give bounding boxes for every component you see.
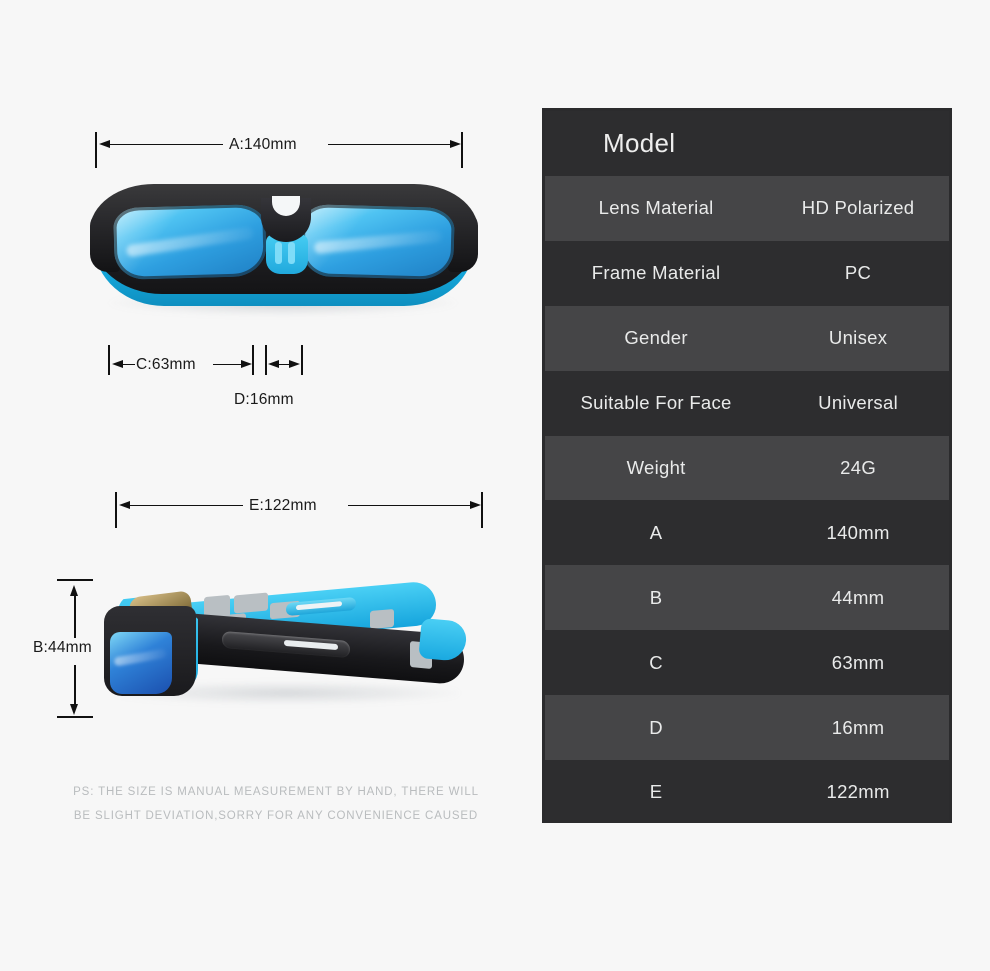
dimension-e-tick-left: [115, 492, 117, 528]
spec-value: HD Polarized: [801, 197, 915, 219]
spec-label: C: [649, 651, 663, 673]
table-row: A 140mm: [545, 500, 949, 566]
dimension-d-label: D:16mm: [234, 391, 294, 408]
dimension-c-tick-left: [108, 345, 110, 375]
table-row: Suitable For Face Universal: [545, 370, 949, 436]
table-row: Gender Unisex: [545, 305, 949, 371]
dimension-d-tick-right: [301, 345, 303, 375]
side-view-lens: [110, 632, 172, 694]
dimension-e-label: E:122mm: [249, 497, 317, 514]
sunglasses-front-view: [88, 178, 480, 330]
dimension-c-tick-right: [252, 345, 254, 375]
dimension-d-arrowhead-left: [268, 359, 279, 368]
spec-value: Universal: [818, 392, 898, 414]
dimension-c-label: C:63mm: [136, 356, 196, 373]
front-view-frame: [90, 184, 478, 294]
dimension-e-tick-right: [481, 492, 483, 528]
dimension-c-line-right: [213, 363, 241, 366]
disclaimer-line-1: PS: THE SIZE IS MANUAL MEASUREMENT BY HA…: [73, 786, 479, 798]
spec-value: Unisex: [828, 327, 888, 349]
spec-label: Gender: [624, 327, 688, 349]
dimension-a-tick-left: [95, 132, 97, 168]
spec-label: Frame Material: [591, 262, 721, 284]
spec-label: D: [649, 716, 663, 738]
spec-value: 24G: [840, 457, 877, 478]
dimension-b-arrowhead-bottom: [70, 704, 78, 715]
disclaimer-line-2: BE SLIGHT DEVIATION,SORRY FOR ANY CONVEN…: [73, 810, 479, 822]
front-view-lens-left: [113, 204, 267, 280]
table-row: Lens Material HD Polarized: [545, 176, 949, 241]
spec-label: B: [649, 586, 663, 608]
lens-glint: [125, 226, 255, 258]
dimension-b-line-bottom: [74, 665, 76, 705]
spec-label: A: [649, 521, 663, 543]
specification-table: Model Lens Material HD Polarized Frame M…: [542, 108, 952, 823]
dimension-b-tick-bottom: [57, 716, 93, 718]
table-row: Frame Material PC: [545, 240, 949, 306]
dimension-b-label: B:44mm: [33, 639, 92, 656]
dimension-a-line-left: [110, 143, 223, 146]
dimension-e-line-right: [348, 504, 470, 507]
table-row: C 63mm: [545, 630, 949, 696]
spec-value: 122mm: [826, 781, 890, 803]
dimension-c-line-left: [123, 363, 135, 366]
nose-pad: [288, 242, 295, 264]
dimension-a-arrowhead-right: [450, 139, 461, 148]
measurement-disclaimer: PS: THE SIZE IS MANUAL MEASUREMENT BY HA…: [66, 780, 486, 828]
dimension-a-label: A:140mm: [229, 136, 297, 153]
spec-label: Weight: [626, 457, 686, 478]
lens-glint: [313, 230, 443, 255]
dimension-c-arrowhead-left: [112, 359, 123, 368]
spec-value: 140mm: [826, 521, 890, 543]
side-view-lens-frame: [104, 606, 196, 696]
table-row: Weight 24G: [545, 435, 949, 501]
camo-patch: [370, 608, 394, 630]
diagram-column: A:140mm C:63mm D:16mm E:122mm B:44mm PS:…: [0, 0, 530, 971]
dimension-d-tick-left: [265, 345, 267, 375]
dimension-b-line-top: [74, 596, 76, 638]
dimension-e-line-left: [130, 504, 243, 507]
table-row: D 16mm: [545, 695, 949, 761]
dimension-c-arrowhead-right: [241, 359, 252, 368]
spec-label: Suitable For Face: [580, 392, 732, 414]
spec-value: 44mm: [831, 586, 885, 608]
dimension-a-arrowhead-left: [99, 139, 110, 148]
dimension-d-arrowhead-right: [289, 359, 300, 368]
lens-glint: [113, 648, 168, 667]
spec-value: 63mm: [831, 651, 885, 673]
table-header-row: Model: [545, 111, 949, 176]
dimension-b-arrowhead-top: [70, 585, 78, 596]
spec-label: E: [649, 781, 663, 803]
spec-value: 16mm: [831, 716, 885, 738]
spec-label: Lens Material: [598, 197, 714, 219]
spec-value: PC: [844, 262, 872, 284]
dimension-e-arrowhead-left: [119, 500, 130, 509]
camo-patch: [234, 592, 268, 614]
dimension-a-tick-right: [461, 132, 463, 168]
dimension-b-tick-top: [57, 579, 93, 581]
table-row: B 44mm: [545, 565, 949, 631]
table-row: E 122mm: [545, 760, 949, 820]
nose-pad: [275, 242, 282, 264]
table-header-label: Model: [603, 128, 676, 158]
dimension-e-arrowhead-right: [470, 500, 481, 509]
sunglasses-side-view: [104, 578, 476, 718]
side-view-temple-arm: [174, 580, 468, 686]
dimension-a-line-right: [328, 143, 450, 146]
front-view-lens-right: [301, 204, 455, 280]
